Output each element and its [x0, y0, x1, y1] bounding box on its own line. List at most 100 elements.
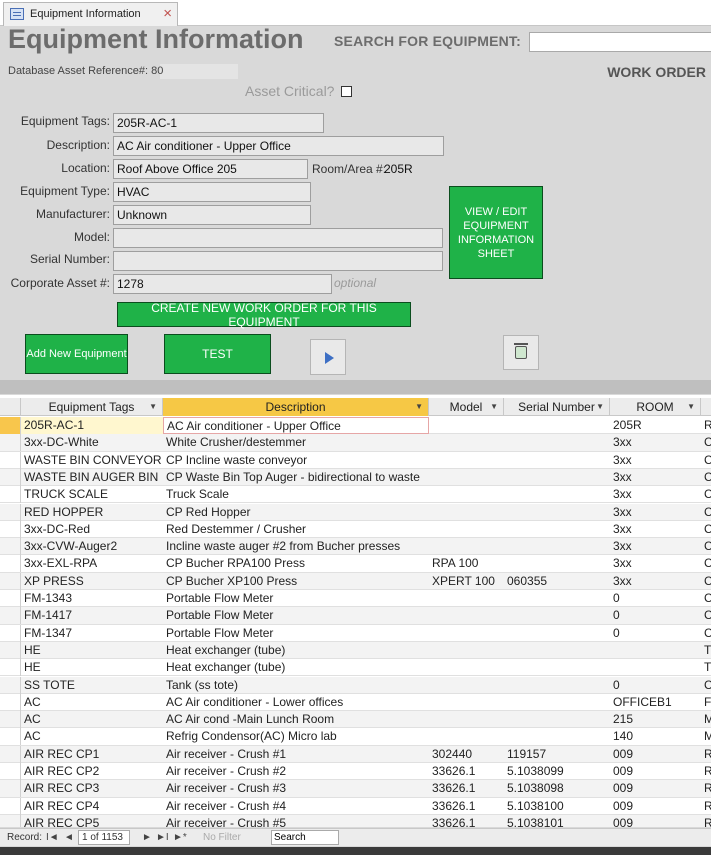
table-cell-room[interactable]: 009: [610, 746, 701, 763]
table-row[interactable]: AIR REC CP3 Air receiver - Crush #3 33626.…: [0, 780, 711, 798]
table-cell-model[interactable]: XPERT 100: [429, 573, 504, 590]
chevron-down-icon[interactable]: ▼: [415, 398, 423, 416]
corporate-asset-field[interactable]: 1278: [113, 274, 332, 294]
table-row[interactable]: SS TOTE Tank (ss tote) 0 C: [0, 676, 711, 694]
table-cell-extra[interactable]: R: [701, 815, 711, 827]
table-cell-serial[interactable]: [504, 625, 610, 642]
table-cell-serial[interactable]: [504, 504, 610, 521]
table-cell-serial[interactable]: [504, 642, 610, 659]
delete-record-button[interactable]: [503, 335, 539, 370]
table-row[interactable]: FM-1347 Portable Flow Meter 0 C: [0, 624, 711, 642]
table-cell-desc[interactable]: Air receiver - Crush #1: [163, 746, 429, 763]
manufacturer-field[interactable]: Unknown: [113, 205, 311, 225]
table-cell-tag[interactable]: XP PRESS: [21, 573, 163, 590]
row-selector[interactable]: [0, 486, 21, 504]
table-cell-extra[interactable]: C: [701, 625, 711, 642]
table-cell-serial[interactable]: [504, 521, 610, 538]
table-cell-desc[interactable]: Heat exchanger (tube): [163, 642, 429, 659]
table-cell-desc[interactable]: CP Red Hopper: [163, 504, 429, 521]
no-filter-button[interactable]: No Filter: [203, 832, 241, 843]
table-cell-room[interactable]: 3xx: [610, 521, 701, 538]
table-cell-model[interactable]: 33626.1: [429, 815, 504, 827]
row-selector[interactable]: [0, 434, 21, 452]
table-cell-model[interactable]: [429, 417, 504, 434]
equipment-tags-field[interactable]: 205R-AC-1: [113, 113, 324, 133]
table-cell-desc[interactable]: Truck Scale: [163, 486, 429, 503]
model-field[interactable]: [113, 228, 443, 248]
table-row[interactable]: RED HOPPER CP Red Hopper 3xx C: [0, 503, 711, 521]
table-row[interactable]: FM-1343 Portable Flow Meter 0 C: [0, 590, 711, 608]
table-cell-model[interactable]: 33626.1: [429, 780, 504, 797]
next-record-icon[interactable]: ►: [142, 832, 152, 843]
table-cell-desc[interactable]: AC Air conditioner - Upper Office: [163, 417, 429, 434]
table-cell-tag[interactable]: AC: [21, 728, 163, 745]
table-cell-desc[interactable]: Portable Flow Meter: [163, 607, 429, 624]
table-cell-room[interactable]: [610, 659, 701, 676]
row-selector[interactable]: [0, 728, 21, 746]
table-cell-extra[interactable]: R: [701, 417, 711, 434]
column-header-extra[interactable]: [701, 398, 711, 416]
add-new-equipment-button[interactable]: Add New Equipment: [25, 334, 128, 374]
table-cell-desc[interactable]: CP Waste Bin Top Auger - bidirectional t…: [163, 469, 429, 486]
table-cell-tag[interactable]: 3xx-EXL-RPA: [21, 555, 163, 572]
table-cell-room[interactable]: [610, 642, 701, 659]
column-header-serial-number[interactable]: Serial Number ▼: [504, 398, 610, 416]
table-cell-desc[interactable]: White Crusher/destemmer: [163, 434, 429, 451]
row-selector[interactable]: [0, 572, 21, 590]
test-button[interactable]: TEST: [164, 334, 271, 374]
table-cell-serial[interactable]: [504, 607, 610, 624]
table-cell-model[interactable]: [429, 625, 504, 642]
table-cell-tag[interactable]: WASTE BIN AUGER BIN: [21, 469, 163, 486]
table-cell-extra[interactable]: C: [701, 521, 711, 538]
room-area-value[interactable]: 205R: [384, 162, 413, 176]
table-cell-model[interactable]: [429, 434, 504, 451]
table-cell-serial[interactable]: [504, 728, 610, 745]
row-selector[interactable]: [0, 417, 21, 434]
table-cell-extra[interactable]: C: [701, 677, 711, 694]
table-cell-serial[interactable]: 119157: [504, 746, 610, 763]
table-row[interactable]: AIR REC CP1 Air receiver - Crush #1 302440…: [0, 745, 711, 763]
table-cell-desc[interactable]: Refrig Condensor(AC) Micro lab: [163, 728, 429, 745]
table-cell-extra[interactable]: T: [701, 642, 711, 659]
table-cell-tag[interactable]: WASTE BIN CONVEYOR: [21, 452, 163, 469]
row-selector[interactable]: [0, 590, 21, 607]
table-cell-model[interactable]: [429, 711, 504, 728]
new-record-icon[interactable]: ►*: [173, 832, 187, 843]
table-cell-tag[interactable]: AIR REC CP4: [21, 798, 163, 815]
column-header-model[interactable]: Model ▼: [429, 398, 504, 416]
serial-number-field[interactable]: [113, 251, 443, 271]
table-cell-extra[interactable]: R: [701, 746, 711, 763]
table-cell-room[interactable]: 215: [610, 711, 701, 728]
table-cell-tag[interactable]: AIR REC CP5: [21, 815, 163, 827]
table-row[interactable]: AC AC Air conditioner - Lower offices OFFI…: [0, 693, 711, 712]
table-cell-serial[interactable]: 5.1038101: [504, 815, 610, 827]
column-header-equipment-tags[interactable]: Equipment Tags ▼: [21, 398, 163, 416]
table-cell-room[interactable]: 140: [610, 728, 701, 745]
asset-critical-checkbox[interactable]: [341, 86, 352, 97]
table-cell-desc[interactable]: CP Bucher RPA100 Press: [163, 555, 429, 572]
table-row[interactable]: 3xx-EXL-RPA CP Bucher RPA100 Press RPA 100…: [0, 555, 711, 573]
row-selector[interactable]: [0, 676, 21, 694]
table-cell-extra[interactable]: C: [701, 590, 711, 607]
table-cell-tag[interactable]: AIR REC CP2: [21, 763, 163, 780]
row-selector[interactable]: [0, 468, 21, 486]
table-row[interactable]: WASTE BIN AUGER BIN CP Waste Bin Top Auge…: [0, 468, 711, 487]
select-all-corner[interactable]: [0, 398, 21, 416]
table-cell-desc[interactable]: Incline waste auger #2 from Bucher press…: [163, 538, 429, 555]
table-cell-serial[interactable]: [504, 711, 610, 728]
table-cell-extra[interactable]: C: [701, 469, 711, 486]
table-cell-room[interactable]: 3xx: [610, 434, 701, 451]
table-cell-serial[interactable]: [504, 452, 610, 469]
table-cell-desc[interactable]: Red Destemmer / Crusher: [163, 521, 429, 538]
chevron-down-icon[interactable]: ▼: [490, 398, 498, 416]
table-row[interactable]: HE Heat exchanger (tube) T: [0, 659, 711, 677]
table-cell-serial[interactable]: [504, 486, 610, 503]
table-cell-model[interactable]: RPA 100: [429, 555, 504, 572]
table-cell-extra[interactable]: C: [701, 486, 711, 503]
previous-record-icon[interactable]: ◄: [64, 832, 74, 843]
table-cell-room[interactable]: OFFICEB1: [610, 694, 701, 711]
table-cell-desc[interactable]: AC Air conditioner - Lower offices: [163, 694, 429, 711]
table-cell-serial[interactable]: [504, 538, 610, 555]
table-cell-model[interactable]: [429, 538, 504, 555]
table-cell-desc[interactable]: Portable Flow Meter: [163, 590, 429, 607]
